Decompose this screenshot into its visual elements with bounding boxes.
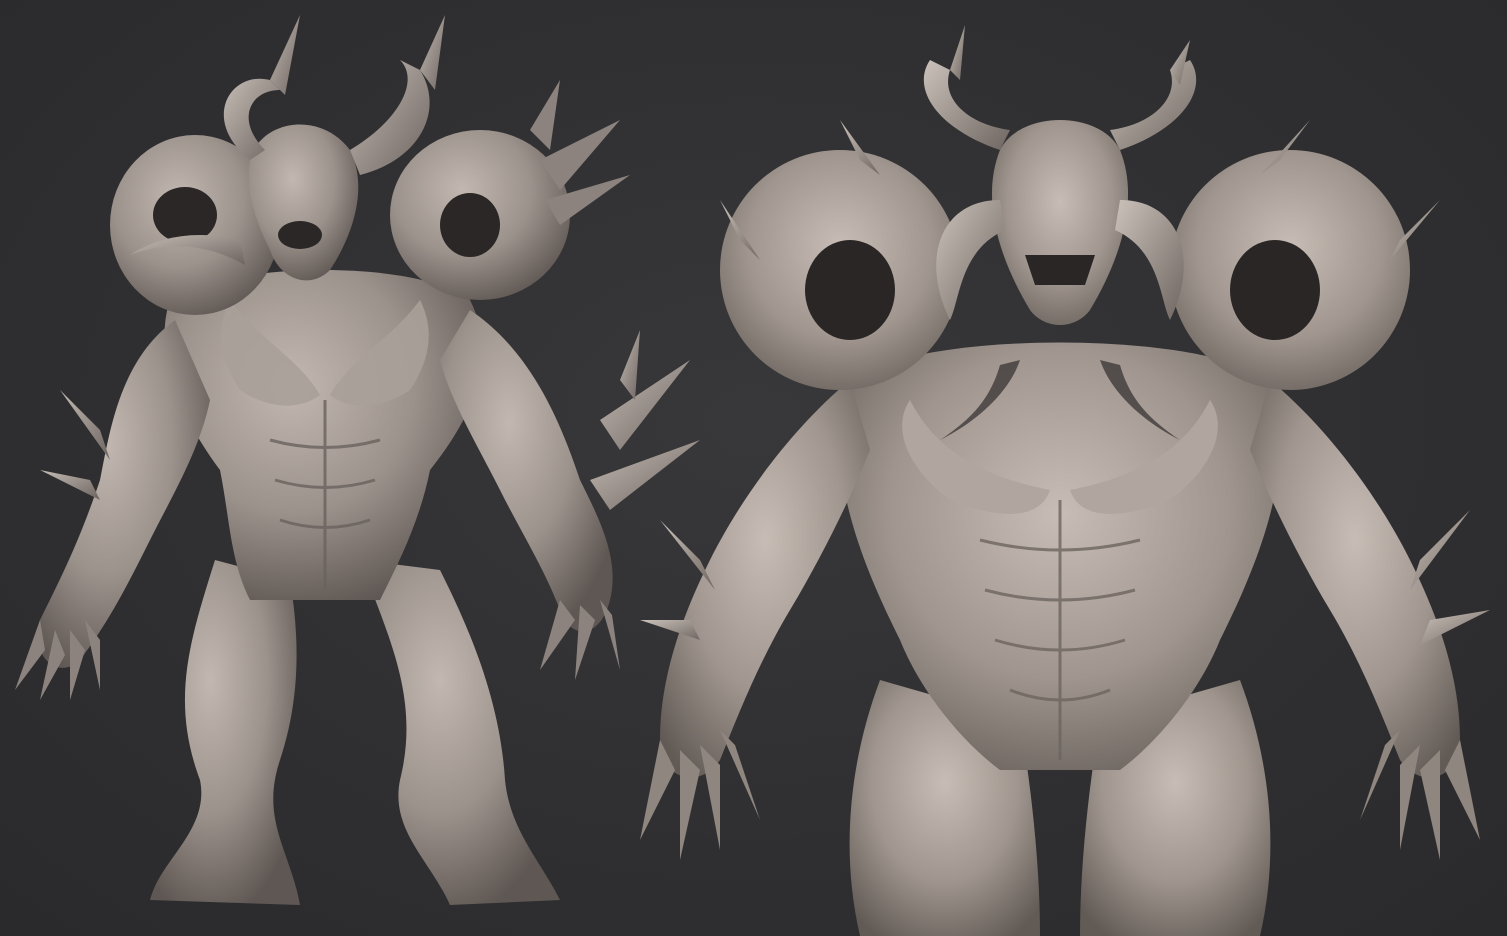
sculpt-render-canvas (0, 0, 1507, 936)
demon-sculpt-front-view (620, 0, 1507, 936)
demon-sculpt-front-svg (640, 25, 1490, 936)
